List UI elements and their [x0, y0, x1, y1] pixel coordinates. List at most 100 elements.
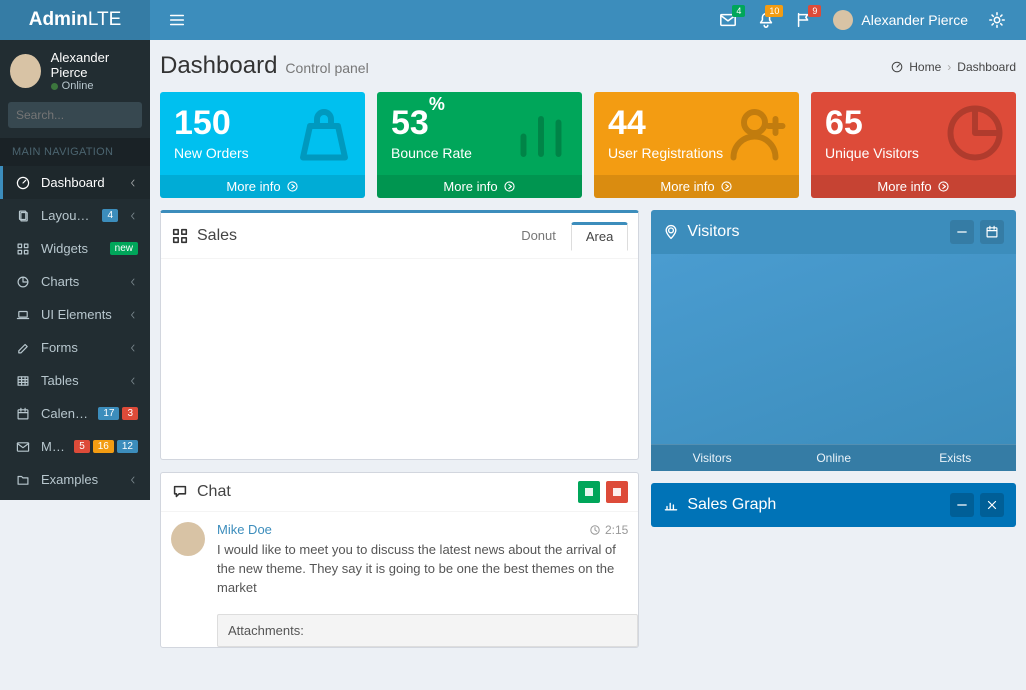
chevron-left-icon — [128, 475, 138, 485]
pie-icon — [15, 275, 31, 289]
salesgraph-collapse[interactable] — [950, 493, 974, 517]
sales-tab-donut[interactable]: Donut — [506, 221, 571, 250]
sidebar-toggle[interactable] — [160, 0, 194, 40]
chat-avatar — [171, 522, 205, 556]
sidebar-item-tables[interactable]: Tables — [0, 364, 150, 397]
chat-author[interactable]: Mike Doe — [217, 522, 272, 537]
sidebar-item-examples[interactable]: Examples — [0, 463, 150, 496]
times-icon — [985, 498, 999, 512]
nav-user-menu[interactable]: Alexander Pierce — [823, 10, 978, 30]
stat-more-link[interactable]: More info — [377, 175, 582, 198]
sidebar-badge: 12 — [117, 440, 138, 453]
stat-box-new-orders: 150 New Orders More info — [160, 92, 365, 198]
stat-more-link[interactable]: More info — [811, 175, 1016, 198]
tasks-badge: 9 — [808, 5, 821, 17]
sidebar-user-name: Alexander Pierce — [51, 50, 140, 80]
messages-badge: 4 — [732, 5, 745, 17]
laptop-icon — [15, 308, 31, 322]
sidebar-item-label: Dashboard — [41, 175, 118, 190]
sales-tab-area[interactable]: Area — [571, 222, 628, 251]
arrow-circle-right-icon — [503, 180, 516, 193]
pie-icon — [940, 98, 1010, 168]
brand-bold: Admin — [29, 9, 88, 31]
stat-more-link[interactable]: More info — [160, 175, 365, 198]
sidebar-item-mailbox[interactable]: Mailbox 51612 — [0, 430, 150, 463]
chevron-left-icon — [128, 178, 138, 188]
table-icon — [15, 374, 31, 388]
calendar-icon — [15, 407, 31, 421]
calendar-icon — [985, 225, 999, 239]
brand-logo[interactable]: AdminLTE — [0, 0, 150, 40]
sidebar-header-main: MAIN NAVIGATION — [0, 138, 150, 166]
online-status-icon — [51, 83, 58, 90]
sidebar-item-layout-options[interactable]: Layout Options 4 — [0, 199, 150, 232]
visitors-tab-visitors[interactable]: Visitors — [651, 444, 773, 471]
map-marker-icon — [663, 224, 679, 240]
sidebar-user-status: Online — [51, 80, 140, 92]
sidebar-item-widgets[interactable]: Widgets new — [0, 232, 150, 265]
sidebar-badge: 17 — [98, 407, 119, 420]
search-input[interactable] — [8, 102, 142, 128]
chevron-left-icon — [128, 343, 138, 353]
sidebar-item-label: Tables — [41, 373, 118, 388]
adduser-icon — [723, 98, 793, 168]
sidebar-item-calendar[interactable]: Calendar 173 — [0, 397, 150, 430]
stat-box-bounce-rate: 53% Bounce Rate More info — [377, 92, 582, 198]
sidebar-item-label: UI Elements — [41, 307, 118, 322]
chevron-left-icon — [128, 310, 138, 320]
sales-graph-panel: Sales Graph — [651, 483, 1016, 527]
files-icon — [15, 209, 31, 223]
brand-light: LTE — [88, 9, 121, 31]
chevron-left-icon — [128, 277, 138, 287]
visitors-map[interactable] — [651, 254, 1016, 444]
nav-settings[interactable] — [978, 0, 1016, 40]
breadcrumb-home[interactable]: Home — [909, 60, 941, 74]
sidebar-badge: 5 — [74, 440, 90, 453]
nav-tasks[interactable]: 9 — [785, 0, 823, 40]
chat-box: Chat Mike Doe — [160, 472, 639, 648]
sidebar-item-label: Widgets — [41, 241, 100, 256]
sidebar-item-dashboard[interactable]: Dashboard — [0, 166, 150, 199]
inbox-icon — [171, 227, 189, 245]
bar-chart-icon — [663, 497, 679, 513]
clock-icon — [589, 524, 601, 536]
nav-user-name: Alexander Pierce — [861, 12, 968, 28]
sales-box: Sales DonutArea — [160, 210, 639, 460]
sidebar-item-charts[interactable]: Charts — [0, 265, 150, 298]
envelope-icon — [15, 440, 31, 454]
arrow-circle-right-icon — [286, 180, 299, 193]
nav-messages[interactable]: 4 — [709, 0, 747, 40]
visitors-tab-online[interactable]: Online — [773, 444, 895, 471]
arrow-circle-right-icon — [937, 180, 950, 193]
chat-title: Chat — [197, 483, 231, 501]
salesgraph-close[interactable] — [980, 493, 1004, 517]
visitors-tab-exists[interactable]: Exists — [894, 444, 1016, 471]
chevron-left-icon — [128, 376, 138, 386]
stat-box-unique-visitors: 65 Unique Visitors More info — [811, 92, 1016, 198]
sidebar-item-forms[interactable]: Forms — [0, 331, 150, 364]
sidebar-item-label: Forms — [41, 340, 118, 355]
th-icon — [15, 242, 31, 256]
avatar — [833, 10, 853, 30]
sidebar-item-label: Mailbox — [41, 439, 64, 454]
sidebar-avatar — [10, 54, 41, 88]
sales-chart-area — [161, 259, 638, 459]
visitors-collapse[interactable] — [950, 220, 974, 244]
home-icon — [891, 61, 903, 73]
nav-notifications[interactable]: 10 — [747, 0, 785, 40]
sidebar-item-multilevel[interactable]: Multilevel — [0, 496, 150, 500]
sidebar-badge: new — [110, 242, 138, 255]
visitors-title: Visitors — [687, 223, 739, 241]
sidebar-item-label: Charts — [41, 274, 118, 289]
breadcrumb-current: Dashboard — [957, 60, 1016, 74]
sidebar-item-label: Layout Options — [41, 208, 92, 223]
stat-more-link[interactable]: More info — [594, 175, 799, 198]
chat-body: I would like to meet you to discuss the … — [217, 541, 628, 598]
gears-icon — [988, 11, 1006, 29]
visitors-date[interactable] — [980, 220, 1004, 244]
stat-box-user-registrations: 44 User Registrations More info — [594, 92, 799, 198]
bag-icon — [289, 98, 359, 168]
sidebar-item-ui-elements[interactable]: UI Elements — [0, 298, 150, 331]
sidebar-badge: 16 — [93, 440, 114, 453]
page-subtitle: Control panel — [285, 60, 368, 76]
